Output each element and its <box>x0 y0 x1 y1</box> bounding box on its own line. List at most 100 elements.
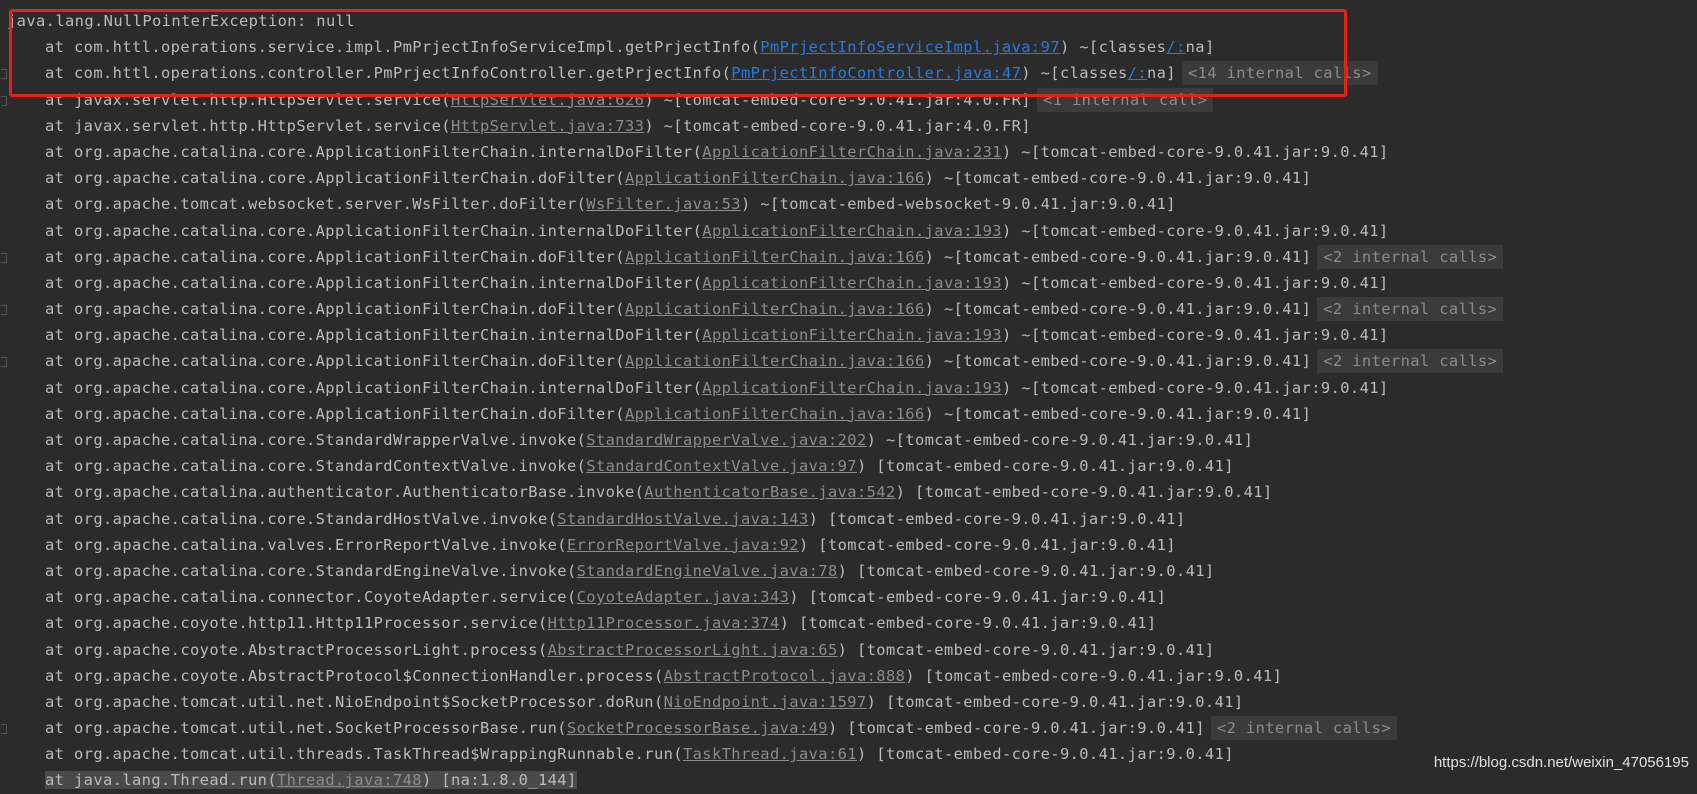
stack-frame-line: at org.apache.coyote.AbstractProcessorLi… <box>0 637 1697 663</box>
source-link[interactable]: ApplicationFilterChain.java:166 <box>625 300 925 318</box>
stack-frame-line: at org.apache.catalina.core.StandardWrap… <box>0 427 1697 453</box>
frame-text: at org.apache.catalina.connector.CoyoteA… <box>45 588 1166 606</box>
frame-text: at org.apache.coyote.http11.Http11Proces… <box>45 614 1157 632</box>
frame-method: at javax.servlet.http.HttpServlet.servic… <box>45 90 451 109</box>
source-link[interactable]: ErrorReportValve.java:92 <box>567 536 799 554</box>
stack-frame-line: at org.apache.catalina.core.StandardCont… <box>0 453 1697 479</box>
source-link[interactable]: WsFilter.java:53 <box>586 195 741 213</box>
source-link[interactable]: ApplicationFilterChain.java:166 <box>625 169 925 187</box>
stack-frame-line: at org.apache.catalina.core.ApplicationF… <box>0 401 1697 427</box>
frame-location: ) [tomcat-embed-core-9.0.41.jar:9.0.41] <box>837 561 1215 580</box>
frame-location: ) ~[tomcat-embed-core-9.0.41.jar:9.0.41] <box>1001 273 1389 292</box>
frame-method: at org.apache.catalina.core.StandardEngi… <box>45 561 577 580</box>
stack-frame-line: at org.apache.catalina.core.ApplicationF… <box>0 218 1697 244</box>
frame-location: ) [tomcat-embed-core-9.0.41.jar:9.0.41] <box>905 666 1283 685</box>
frame-method: at org.apache.catalina.core.StandardWrap… <box>45 431 587 449</box>
source-link[interactable]: ApplicationFilterChain.java:166 <box>625 405 925 423</box>
stack-frame-line: at com.httl.operations.service.impl.PmPr… <box>0 34 1697 60</box>
source-link[interactable]: CoyoteAdapter.java:343 <box>577 588 790 606</box>
source-link[interactable]: NioEndpoint.java:1597 <box>664 693 867 711</box>
frame-method: at org.apache.tomcat.websocket.server.Ws… <box>45 195 587 214</box>
frame-location: ) [tomcat-embed-core-9.0.41.jar:9.0.41] <box>895 483 1273 502</box>
source-link[interactable]: StandardWrapperValve.java:202 <box>586 431 866 449</box>
source-link[interactable]: StandardEngineValve.java:78 <box>577 562 838 580</box>
internal-calls-badge[interactable]: <2 internal calls> <box>1210 716 1397 741</box>
stack-frame-line: at com.httl.operations.controller.PmPrje… <box>0 60 1697 86</box>
frame-location: ) [tomcat-embed-core-9.0.41.jar:9.0.41] <box>827 719 1205 738</box>
stack-frame-line: at javax.servlet.http.HttpServlet.servic… <box>0 113 1697 139</box>
frame-method: at org.apache.tomcat.util.threads.TaskTh… <box>45 745 683 764</box>
source-link[interactable]: PmPrjectInfoController.java:47 <box>731 64 1021 82</box>
source-link[interactable]: AuthenticatorBase.java:542 <box>644 483 895 501</box>
stack-frame-line: at org.apache.catalina.core.ApplicationF… <box>0 348 1697 374</box>
frame-method: at org.apache.catalina.core.ApplicationF… <box>45 300 625 319</box>
source-link[interactable]: StandardHostValve.java:143 <box>557 510 808 528</box>
fold-marker-icon[interactable] <box>1 724 7 735</box>
stack-frame-line: at org.apache.catalina.core.ApplicationF… <box>0 270 1697 296</box>
stack-frame-line: at org.apache.coyote.http11.Http11Proces… <box>0 610 1697 636</box>
frame-text: at org.apache.coyote.AbstractProcessorLi… <box>45 641 1215 659</box>
stack-frame-line: at org.apache.catalina.core.ApplicationF… <box>0 296 1697 322</box>
frame-text: at org.apache.catalina.core.ApplicationF… <box>45 379 1389 397</box>
source-link[interactable]: HttpServlet.java:626 <box>451 91 644 109</box>
source-link[interactable]: ApplicationFilterChain.java:193 <box>702 274 1002 292</box>
frame-location-end: na] <box>1146 64 1176 83</box>
stack-frame-line: at org.apache.catalina.core.ApplicationF… <box>0 244 1697 270</box>
frame-method: at org.apache.catalina.authenticator.Aut… <box>45 483 645 502</box>
source-link[interactable]: SocketProcessorBase.java:49 <box>567 719 828 737</box>
fold-marker-icon[interactable] <box>1 357 7 368</box>
classes-link[interactable]: /: <box>1128 64 1147 82</box>
frame-method: at org.apache.catalina.core.ApplicationF… <box>45 404 625 423</box>
stack-frame-line: at org.apache.catalina.connector.CoyoteA… <box>0 584 1697 610</box>
frame-text: at org.apache.catalina.core.ApplicationF… <box>45 248 1311 266</box>
frame-location: ) ~[classes <box>1059 38 1167 57</box>
frame-text: at org.apache.catalina.core.ApplicationF… <box>45 352 1311 370</box>
source-link[interactable]: AbstractProcessorLight.java:65 <box>548 641 838 659</box>
internal-calls-badge[interactable]: <1 internal call> <box>1036 87 1214 112</box>
fold-marker-icon[interactable] <box>1 252 7 263</box>
source-link[interactable]: PmPrjectInfoServiceImpl.java:97 <box>760 38 1060 56</box>
stack-frame-line: at java.lang.Thread.run(Thread.java:748)… <box>0 767 1697 793</box>
frame-location: ) ~[tomcat-embed-core-9.0.41.jar:9.0.41] <box>1001 378 1389 397</box>
frame-location: ) ~[tomcat-embed-core-9.0.41.jar:4.0.FR] <box>644 116 1031 135</box>
frame-method: at org.apache.catalina.connector.CoyoteA… <box>45 588 577 607</box>
source-link[interactable]: StandardContextValve.java:97 <box>586 457 857 475</box>
frame-method: at org.apache.tomcat.util.net.SocketProc… <box>45 719 567 738</box>
frame-text: at org.apache.catalina.core.ApplicationF… <box>45 405 1311 423</box>
frame-text: at org.apache.catalina.core.StandardWrap… <box>45 431 1253 449</box>
fold-marker-icon[interactable] <box>1 95 7 106</box>
source-link[interactable]: AbstractProtocol.java:888 <box>664 667 906 685</box>
frame-location-end: na] <box>1185 38 1215 57</box>
source-link[interactable]: ApplicationFilterChain.java:193 <box>702 326 1002 344</box>
frame-text: at javax.servlet.http.HttpServlet.servic… <box>45 117 1031 135</box>
internal-calls-badge[interactable]: <2 internal calls> <box>1317 244 1504 269</box>
internal-calls-badge[interactable]: <2 internal calls> <box>1317 349 1504 374</box>
frame-method: at org.apache.coyote.http11.Http11Proces… <box>45 614 548 633</box>
source-link[interactable]: ApplicationFilterChain.java:193 <box>702 379 1002 397</box>
source-link[interactable]: ApplicationFilterChain.java:193 <box>702 222 1002 240</box>
frame-text: at org.apache.catalina.core.ApplicationF… <box>45 274 1389 292</box>
source-link[interactable]: ApplicationFilterChain.java:166 <box>625 352 925 370</box>
frame-location: ) ~[tomcat-embed-core-9.0.41.jar:9.0.41] <box>924 404 1312 423</box>
internal-calls-badge[interactable]: <2 internal calls> <box>1317 297 1504 322</box>
source-link[interactable]: HttpServlet.java:733 <box>451 117 644 135</box>
classes-link[interactable]: /: <box>1166 38 1185 56</box>
fold-marker-icon[interactable] <box>1 69 7 80</box>
frame-location: ) [tomcat-embed-core-9.0.41.jar:9.0.41] <box>789 588 1167 607</box>
frame-text: at org.apache.catalina.valves.ErrorRepor… <box>45 536 1176 554</box>
frame-location: ) ~[tomcat-embed-core-9.0.41.jar:9.0.41] <box>924 169 1312 188</box>
source-link[interactable]: TaskThread.java:61 <box>683 745 857 763</box>
frame-text: at org.apache.tomcat.util.threads.TaskTh… <box>45 745 1234 763</box>
frame-method: at org.apache.catalina.core.StandardCont… <box>45 457 587 476</box>
source-link[interactable]: ApplicationFilterChain.java:231 <box>702 143 1002 161</box>
fold-marker-icon[interactable] <box>1 305 7 316</box>
frame-location: ) [tomcat-embed-core-9.0.41.jar:9.0.41] <box>866 692 1244 711</box>
source-link[interactable]: ApplicationFilterChain.java:166 <box>625 248 925 266</box>
frame-text: at org.apache.tomcat.util.net.SocketProc… <box>45 719 1205 737</box>
internal-calls-badge[interactable]: <14 internal calls> <box>1181 61 1378 86</box>
frame-method: at com.httl.operations.service.impl.PmPr… <box>45 38 761 57</box>
frame-method: at org.apache.coyote.AbstractProtocol$Co… <box>45 666 664 685</box>
source-link[interactable]: Http11Processor.java:374 <box>548 614 780 632</box>
frame-location: ) ~[tomcat-embed-core-9.0.41.jar:9.0.41] <box>924 247 1312 266</box>
frame-text: at com.httl.operations.controller.PmPrje… <box>45 64 1176 82</box>
